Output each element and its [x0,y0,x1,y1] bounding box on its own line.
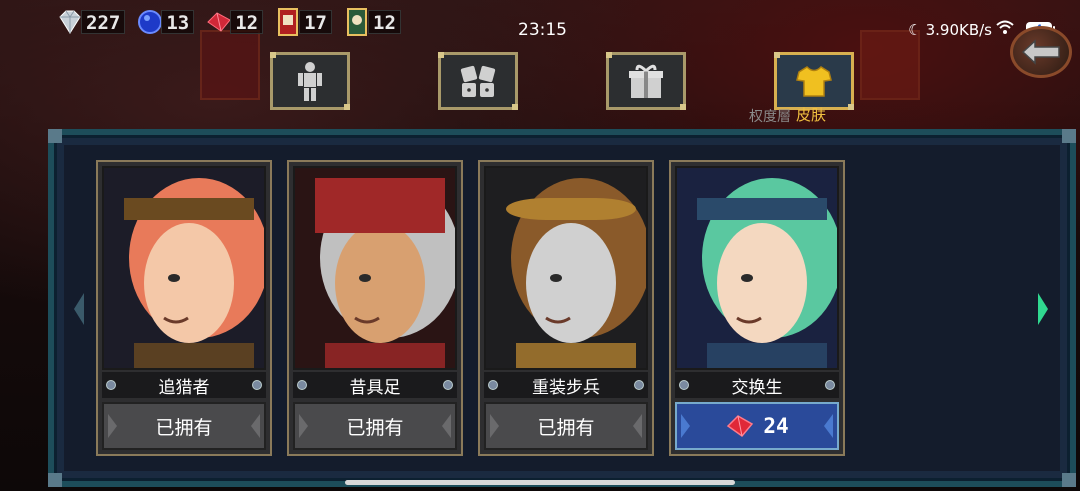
skin-name: 昔具足 [349,377,401,398]
stud-decoration [297,380,307,390]
tab-character[interactable] [270,52,350,110]
tab-dice[interactable] [438,52,518,110]
stud-decoration [634,380,644,390]
stud-decoration [679,380,689,390]
skin-card[interactable]: 交换生 24 [669,160,845,456]
price-value: 24 [763,414,789,438]
currency-green-card: 12 [342,6,401,38]
buy-skin-button[interactable]: 24 [675,402,839,450]
panel-corner [1062,473,1076,487]
next-page-arrow[interactable] [1038,293,1048,325]
skin-name-bar: 昔具足 [293,372,457,398]
tab-skin[interactable] [774,52,854,110]
back-button[interactable] [1010,26,1072,78]
owned-status-label: 已拥有 [155,416,213,439]
character-icon [298,62,322,101]
currency-green-card-value: 12 [368,10,401,34]
dice-icon [460,65,496,97]
skin-name: 重装步兵 [532,377,600,398]
currency-red-card: 17 [273,6,332,38]
currency-red-card-value: 17 [299,10,332,34]
gift-icon [629,64,663,98]
previous-page-arrow[interactable] [74,293,84,325]
owned-status-button[interactable]: 已拥有 [102,402,266,450]
panel-corner [1062,129,1076,143]
currency-red-gem: 12 [204,6,264,38]
price: 24 [725,413,789,439]
currency-diamond-value: 227 [81,10,126,34]
skin-name: 交换生 [731,377,783,398]
currency-red-gem-value: 12 [230,10,264,34]
tab-skin-label: 皮肤 [796,106,827,124]
skin-name-bar: 追猎者 [102,372,266,398]
wifi-icon [996,20,1014,34]
character-portrait [677,168,837,368]
stud-decoration [443,380,453,390]
network-speed-text: 3.90KB/s [925,21,992,39]
tab-gift[interactable] [606,52,686,110]
clock: 23:15 [518,20,567,40]
owned-status-label: 已拥有 [346,416,404,439]
shirt-icon [796,66,832,97]
skin-card[interactable]: 追猎者 已拥有 [96,160,272,456]
owned-status-button[interactable]: 已拥有 [484,402,648,450]
portrait-frame [675,166,839,370]
panel-corner [48,129,62,143]
portrait-frame [102,166,266,370]
currency-blue-gem-value: 13 [161,10,195,34]
stud-decoration [252,380,262,390]
character-portrait [295,168,455,368]
character-portrait [486,168,646,368]
skin-card[interactable]: 重装步兵 已拥有 [478,160,654,456]
panel-corner [48,473,62,487]
moon-icon: ☾ [908,21,922,39]
home-indicator[interactable] [345,480,735,485]
back-arrow-icon [1021,39,1060,65]
character-portrait [104,168,264,368]
stud-decoration [106,380,116,390]
skin-name-bar: 交换生 [675,372,839,398]
stud-decoration [488,380,498,390]
skin-card[interactable]: 昔具足 已拥有 [287,160,463,456]
portrait-frame [293,166,457,370]
network-speed: ☾ 3.90KB/s [908,21,992,39]
currency-diamond: 227 [55,6,126,38]
owned-status-label: 已拥有 [537,416,595,439]
stud-decoration [825,380,835,390]
currency-blue-gem: 13 [135,6,195,38]
currency-bar: 227 13 12 17 12 [55,6,401,38]
portrait-frame [484,166,648,370]
red-gem-icon [727,415,754,438]
skin-name-bar: 重装步兵 [484,372,648,398]
owned-status-button[interactable]: 已拥有 [293,402,457,450]
skin-name: 追猎者 [158,377,210,398]
tab-faded-label: 权度層 [749,109,791,125]
